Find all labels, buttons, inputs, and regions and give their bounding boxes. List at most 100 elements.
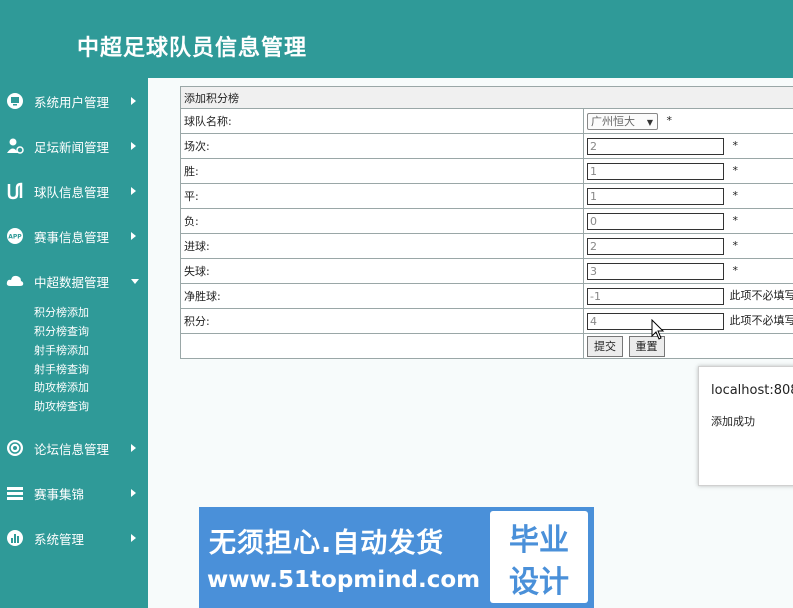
cloud-icon — [5, 271, 25, 291]
goal-difference-input[interactable] — [587, 287, 724, 305]
form-row: 失球: * — [180, 258, 793, 284]
sidebar-item-label: 球队信息管理 — [34, 184, 110, 200]
form-actions-row: 提交 重置 — [180, 333, 793, 359]
chevron-right-icon — [131, 489, 136, 497]
goals-for-input[interactable] — [587, 237, 724, 255]
form-row: 场次: * — [180, 133, 793, 159]
field-label: 场次: — [180, 133, 584, 159]
chevron-right-icon — [131, 232, 136, 240]
submenu-item[interactable]: 助攻榜添加 — [34, 379, 89, 395]
submit-button[interactable]: 提交 — [587, 335, 623, 357]
matches-input[interactable] — [587, 137, 724, 155]
sidebar-item-match-info[interactable]: APP 赛事信息管理 — [0, 221, 148, 251]
field-cell: * — [583, 183, 793, 209]
path-icon — [5, 181, 25, 201]
form-caption-row: 添加积分榜 — [180, 86, 793, 109]
sidebar-item-label: 赛事信息管理 — [34, 229, 110, 245]
chevron-right-icon — [131, 97, 136, 105]
submenu-item[interactable]: 射手榜查询 — [34, 361, 89, 377]
field-cell: * — [583, 233, 793, 259]
alert-message: 添加成功 — [711, 415, 755, 428]
sidebar-item-label: 论坛信息管理 — [34, 441, 110, 457]
sidebar-item-system-users[interactable]: 系统用户管理 — [0, 86, 148, 116]
field-label: 失球: — [180, 258, 584, 284]
watermark-banner: 无须担心.自动发货 www.51topmind.com 毕业 设计 — [199, 507, 594, 608]
field-cell: * — [583, 133, 793, 159]
field-label: 负: — [180, 208, 584, 234]
required-mark: * — [732, 139, 739, 152]
submenu-item[interactable]: 助攻榜查询 — [34, 398, 89, 414]
sidebar: 系统用户管理 足坛新闻管理 球队信息管理 APP 赛事信息管理 中超数据管理 积… — [0, 78, 148, 608]
required-mark: * — [732, 214, 739, 227]
field-cell: 此项不必填写 — [583, 308, 793, 334]
add-standings-form: 添加积分榜 球队名称: 广州恒大 ▼ * 场次: * 胜: * — [180, 86, 793, 359]
required-mark: * — [732, 239, 739, 252]
field-cell: * — [583, 158, 793, 184]
chevron-right-icon — [131, 187, 136, 195]
alert-title: localhost:8080 — [711, 383, 793, 398]
watermark-badge-text: 设计 — [509, 565, 569, 600]
draws-input[interactable] — [587, 187, 724, 205]
alert-dialog: localhost:8080 添加成功 — [698, 366, 793, 486]
sidebar-item-team-info[interactable]: 球队信息管理 — [0, 176, 148, 206]
dropdown-arrow-icon: ▼ — [646, 117, 653, 127]
team-select-value: 广州恒大 — [591, 114, 635, 128]
field-cell: * — [583, 208, 793, 234]
form-row: 净胜球: 此项不必填写 — [180, 283, 793, 309]
header-bar: 中超足球队员信息管理 — [0, 0, 793, 78]
form-caption: 添加积分榜 — [180, 86, 793, 109]
field-cell: * — [583, 258, 793, 284]
sidebar-item-highlights[interactable]: 赛事集锦 — [0, 478, 148, 508]
monitor-icon — [5, 91, 25, 111]
watermark-url: www.51topmind.com — [207, 567, 481, 593]
chevron-down-icon — [131, 278, 139, 284]
sidebar-item-label: 足坛新闻管理 — [34, 139, 110, 155]
sidebar-item-label: 中超数据管理 — [34, 274, 110, 290]
form-row: 积分: 此项不必填写 — [180, 308, 793, 334]
sidebar-item-label: 系统用户管理 — [34, 94, 110, 110]
watermark-badge-text: 毕业 — [509, 523, 569, 558]
target-icon — [5, 438, 25, 458]
sidebar-item-forum-info[interactable]: 论坛信息管理 — [0, 433, 148, 463]
form-row: 平: * — [180, 183, 793, 209]
field-label: 平: — [180, 183, 584, 209]
sidebar-item-system-admin[interactable]: 系统管理 — [0, 523, 148, 553]
team-select[interactable]: 广州恒大 ▼ — [587, 112, 658, 130]
chevron-right-icon — [131, 142, 136, 150]
form-row: 胜: * — [180, 158, 793, 184]
chevron-right-icon — [131, 534, 136, 542]
layers-icon — [5, 483, 25, 503]
losses-input[interactable] — [587, 212, 724, 230]
submenu-item[interactable]: 积分榜添加 — [34, 304, 89, 320]
chevron-right-icon — [131, 444, 136, 452]
required-mark: * — [666, 114, 673, 127]
field-label: 球队名称: — [180, 108, 584, 134]
field-label: 积分: — [180, 308, 584, 334]
sidebar-item-label: 赛事集锦 — [34, 486, 85, 502]
field-cell: 广州恒大 ▼ * — [583, 108, 793, 134]
goals-against-input[interactable] — [587, 262, 724, 280]
submenu-item[interactable]: 射手榜添加 — [34, 342, 89, 358]
sidebar-item-csl-data[interactable]: 中超数据管理 — [0, 266, 148, 296]
actions-cell: 提交 重置 — [583, 333, 793, 359]
watermark-text: 无须担心.自动发货 — [209, 528, 445, 559]
wins-input[interactable] — [587, 162, 724, 180]
chart-icon — [5, 528, 25, 548]
optional-hint: 此项不必填写 — [729, 314, 793, 328]
field-cell: 此项不必填写 — [583, 283, 793, 309]
watermark-badge: 毕业 设计 — [490, 511, 588, 603]
empty-cell — [180, 333, 584, 359]
required-mark: * — [732, 164, 739, 177]
svg-text:APP: APP — [8, 234, 22, 241]
required-mark: * — [732, 189, 739, 202]
mouse-cursor-icon — [651, 318, 665, 341]
app-icon: APP — [5, 226, 25, 246]
field-label: 胜: — [180, 158, 584, 184]
field-label: 进球: — [180, 233, 584, 259]
app-title: 中超足球队员信息管理 — [77, 35, 308, 61]
submenu-item[interactable]: 积分榜查询 — [34, 323, 89, 339]
sidebar-item-label: 系统管理 — [34, 531, 85, 547]
user-settings-icon — [5, 136, 25, 156]
sidebar-item-forum-news[interactable]: 足坛新闻管理 — [0, 131, 148, 161]
form-row: 进球: * — [180, 233, 793, 259]
